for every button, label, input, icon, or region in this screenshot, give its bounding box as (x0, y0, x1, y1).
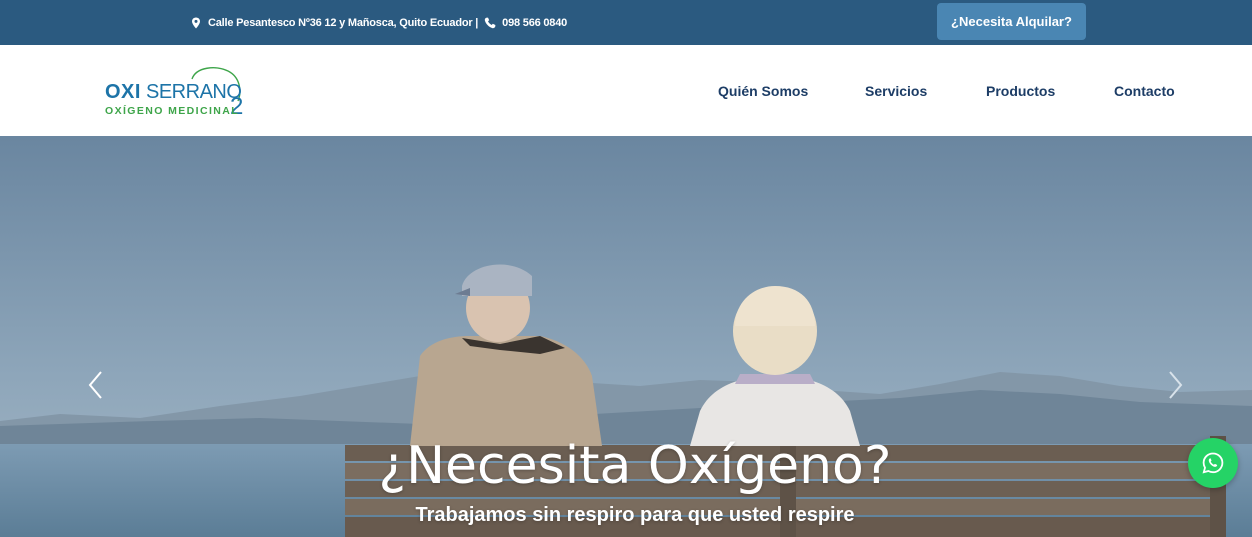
whatsapp-icon (1202, 452, 1224, 474)
nav-productos[interactable]: Productos (986, 45, 1055, 136)
chevron-left-icon[interactable] (84, 368, 108, 402)
nav-quien-somos[interactable]: Quién Somos (718, 45, 808, 136)
nav-contacto[interactable]: Contacto (1114, 45, 1175, 136)
phone-link[interactable]: 098 566 0840 (502, 17, 567, 29)
phone-icon (484, 17, 496, 28)
address-text: Calle Pesantesco Nº36 12 y Mañosca, Quit… (208, 16, 479, 29)
rent-button[interactable]: ¿Necesita Alquilar? (937, 3, 1086, 40)
map-pin-icon (192, 17, 200, 28)
hero-subtitle: Trabajamos sin respiro para que usted re… (415, 504, 855, 526)
site-header: 2 OXI SERRANO OXÍGENO MEDICINAL Quién So… (0, 45, 1252, 136)
top-bar: Calle Pesantesco Nº36 12 y Mañosca, Quit… (0, 0, 1252, 45)
nav-servicios[interactable]: Servicios (865, 45, 927, 136)
hero-title: ¿Necesita Oxígeno? (378, 436, 892, 496)
hero-slider: ¿Necesita Oxígeno? Trabajamos sin respir… (0, 136, 1252, 537)
logo-oxi: OXI (105, 81, 141, 103)
contact-info: Calle Pesantesco Nº36 12 y Mañosca, Quit… (190, 0, 567, 45)
whatsapp-button[interactable] (1188, 438, 1238, 488)
chevron-right-icon[interactable] (1163, 368, 1187, 402)
logo[interactable]: 2 OXI SERRANO OXÍGENO MEDICINAL (104, 67, 249, 119)
logo-subtitle: OXÍGENO MEDICINAL (105, 105, 240, 117)
logo-serrano: SERRANO (146, 81, 242, 103)
